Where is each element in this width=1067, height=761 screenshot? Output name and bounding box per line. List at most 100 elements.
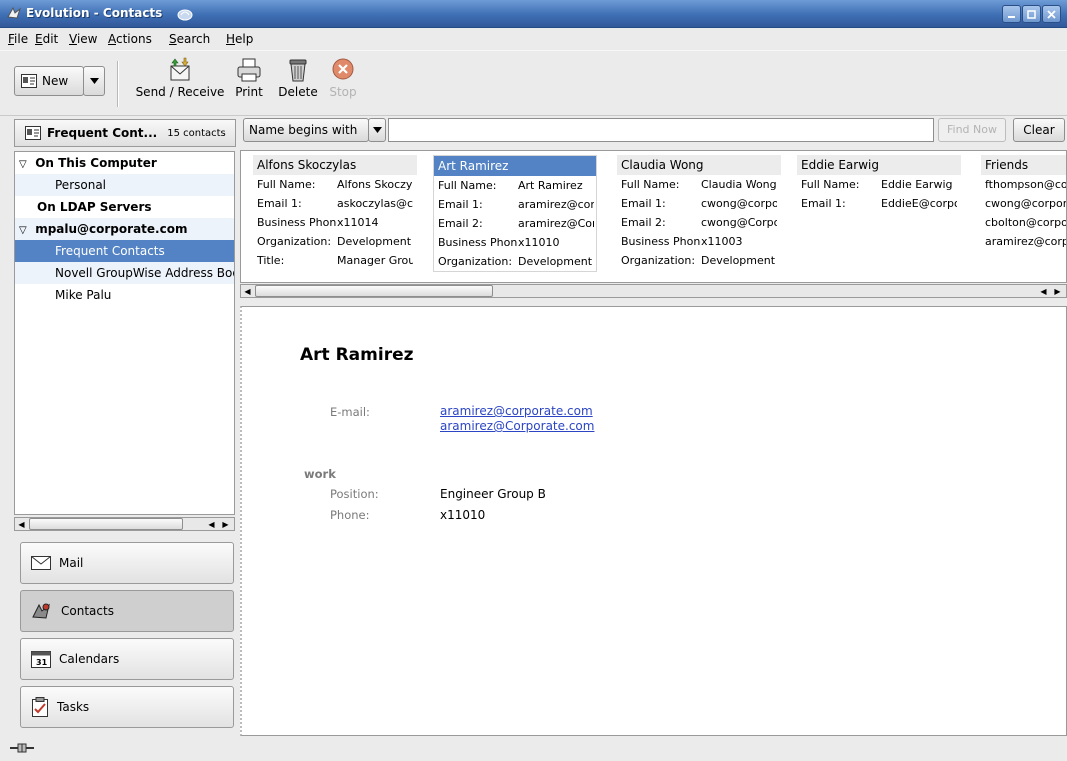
evolution-app-icon[interactable] — [6, 5, 22, 21]
toolbar-separator — [117, 61, 119, 107]
contacts-icon — [32, 603, 50, 619]
scrollbar-thumb[interactable] — [255, 285, 493, 297]
email-label: E-mail: — [330, 405, 370, 419]
close-button[interactable] — [1042, 5, 1061, 23]
evolution-logo-icon — [177, 9, 193, 21]
card-field: Email 1:askoczylas@corporate.com — [257, 197, 413, 210]
delete-button[interactable]: Delete — [276, 57, 320, 99]
left-panel: Frequent Cont... 15 contacts ▽ On This C… — [0, 117, 240, 735]
clear-button[interactable]: Clear — [1013, 118, 1065, 142]
chevron-down-icon — [89, 78, 99, 84]
position-label: Position: — [330, 487, 379, 501]
expander-icon[interactable]: ▽ — [19, 154, 31, 174]
new-dropdown-button[interactable] — [83, 66, 105, 96]
search-mode-select[interactable]: Name begins with — [243, 118, 369, 142]
scroll-right-icon[interactable]: ▶ — [219, 518, 232, 530]
contact-card[interactable]: Eddie Earwig Full Name: Eddie Earwig Emai… — [797, 155, 961, 213]
menu-edit[interactable]: Edit — [35, 32, 58, 46]
folder-header: Frequent Cont... 15 contacts — [14, 119, 236, 147]
menu-help[interactable]: Help — [226, 32, 253, 46]
expander-icon[interactable]: ▽ — [19, 220, 31, 240]
tree-group-ldap-servers[interactable]: On LDAP Servers — [15, 196, 234, 218]
scroll-left-icon[interactable]: ◀ — [205, 518, 218, 530]
contact-card-icon — [21, 74, 37, 88]
search-mode-dropdown[interactable] — [368, 118, 386, 142]
new-button-label: New — [42, 74, 69, 88]
switcher-calendars-label: Calendars — [59, 652, 120, 666]
cards-horizontal-scrollbar[interactable]: ◀ ◀ ▶ — [240, 284, 1067, 298]
scroll-left-icon[interactable]: ◀ — [1037, 285, 1050, 297]
title-bar: Evolution - Contacts — [0, 0, 1067, 28]
tree-item-mike-palu[interactable]: Mike Palu — [15, 284, 234, 306]
scroll-left-icon[interactable]: ◀ — [15, 518, 28, 530]
card-name: Friends — [981, 155, 1066, 175]
send-receive-label: Send / Receive — [135, 85, 225, 99]
card-name: Claudia Wong — [617, 155, 781, 175]
card-field: Title:Manager Group — [257, 254, 413, 267]
phone-label: Phone: — [330, 508, 370, 522]
switcher-mail-label: Mail — [59, 556, 84, 570]
work-section-heading: work — [304, 467, 336, 481]
menu-file[interactable]: File — [8, 32, 28, 46]
tree-group-mpalu[interactable]: ▽ mpalu@corporate.com — [15, 218, 234, 240]
card-field: Email 1:aramirez@corporate.com — [438, 198, 594, 211]
status-bar — [0, 736, 1067, 761]
position-value: Engineer Group B — [440, 487, 546, 501]
card-field: fthompson@corporate.com — [985, 178, 1067, 191]
print-button[interactable]: Print — [230, 57, 268, 99]
card-field: Business Phone:x11010 — [438, 236, 560, 249]
menu-actions[interactable]: Actions — [108, 32, 152, 46]
scroll-right-icon[interactable]: ▶ — [1051, 285, 1064, 297]
scroll-left-icon[interactable]: ◀ — [241, 285, 254, 297]
card-field: cbolton@corporate.com — [985, 216, 1066, 229]
card-field: Full Name: Art Ramirez — [438, 179, 583, 192]
stop-button[interactable]: Stop — [328, 57, 358, 99]
card-field: Business Phone:x11014 — [257, 216, 379, 229]
tree-item-personal[interactable]: Personal — [15, 174, 234, 196]
scrollbar-thumb[interactable] — [29, 518, 183, 530]
email-link[interactable]: aramirez@corporate.com — [440, 404, 593, 418]
card-name: Alfons Skoczylas — [253, 155, 417, 175]
tree-item-frequent-contacts[interactable]: Frequent Contacts — [15, 240, 234, 262]
new-button[interactable]: New — [14, 66, 84, 96]
maximize-icon — [1027, 9, 1036, 19]
card-field: Email 2:aramirez@Corporate.com — [438, 217, 594, 230]
minimize-icon — [1008, 15, 1015, 18]
card-field: cwong@corporate.com — [985, 197, 1067, 210]
card-field: Email 2:cwong@Corporate.com — [621, 216, 777, 229]
find-now-button[interactable]: Find Now — [938, 118, 1006, 142]
switcher-contacts[interactable]: Contacts — [20, 590, 234, 632]
card-field: Full Name: Claudia Wong — [621, 178, 777, 191]
contact-card[interactable]: Claudia Wong Full Name: Claudia Wong Emai… — [617, 155, 781, 270]
tree-horizontal-scrollbar[interactable]: ◀ ◀ ▶ — [14, 517, 235, 531]
toolbar: New Send / Receive Print Delete Stop — [0, 50, 1067, 116]
tree-group-on-this-computer[interactable]: ▽ On This Computer — [15, 152, 234, 174]
menu-view[interactable]: View — [69, 32, 97, 46]
preview-contact-name: Art Ramirez — [300, 345, 414, 365]
contact-list-card[interactable]: Friends fthompson@corporate.com cwong@co… — [981, 155, 1067, 251]
mail-icon — [31, 556, 51, 570]
minimize-button[interactable] — [1002, 5, 1021, 23]
contact-preview: Art Ramirez E-mail: aramirez@corporate.c… — [240, 306, 1067, 736]
maximize-button[interactable] — [1022, 5, 1041, 23]
contact-card-selected[interactable]: Art Ramirez Full Name: Art Ramirez Email … — [433, 155, 597, 272]
switcher-mail[interactable]: Mail — [20, 542, 234, 584]
print-label: Print — [235, 85, 263, 99]
card-name: Art Ramirez — [434, 156, 596, 176]
delete-label: Delete — [278, 85, 318, 99]
card-field: Email 1:cwong@corporate.com — [621, 197, 777, 210]
online-status-icon[interactable] — [10, 742, 34, 754]
card-field: aramirez@corporate.com — [985, 235, 1066, 248]
search-input[interactable] — [388, 118, 934, 142]
menu-search[interactable]: Search — [169, 32, 210, 46]
folder-title: Frequent Cont... — [47, 126, 158, 140]
stop-icon — [332, 58, 354, 80]
switcher-calendars[interactable]: 31 Calendars — [20, 638, 234, 680]
card-name: Eddie Earwig — [797, 155, 961, 175]
switcher-tasks-label: Tasks — [57, 700, 90, 714]
tree-item-groupwise-address-book[interactable]: Novell GroupWise Address Book — [15, 262, 234, 284]
email-link[interactable]: aramirez@Corporate.com — [440, 419, 594, 433]
switcher-tasks[interactable]: Tasks — [20, 686, 234, 728]
send-receive-button[interactable]: Send / Receive — [128, 57, 232, 99]
contact-card[interactable]: Alfons Skoczylas Full Name: Alfons Skoczy… — [253, 155, 417, 270]
